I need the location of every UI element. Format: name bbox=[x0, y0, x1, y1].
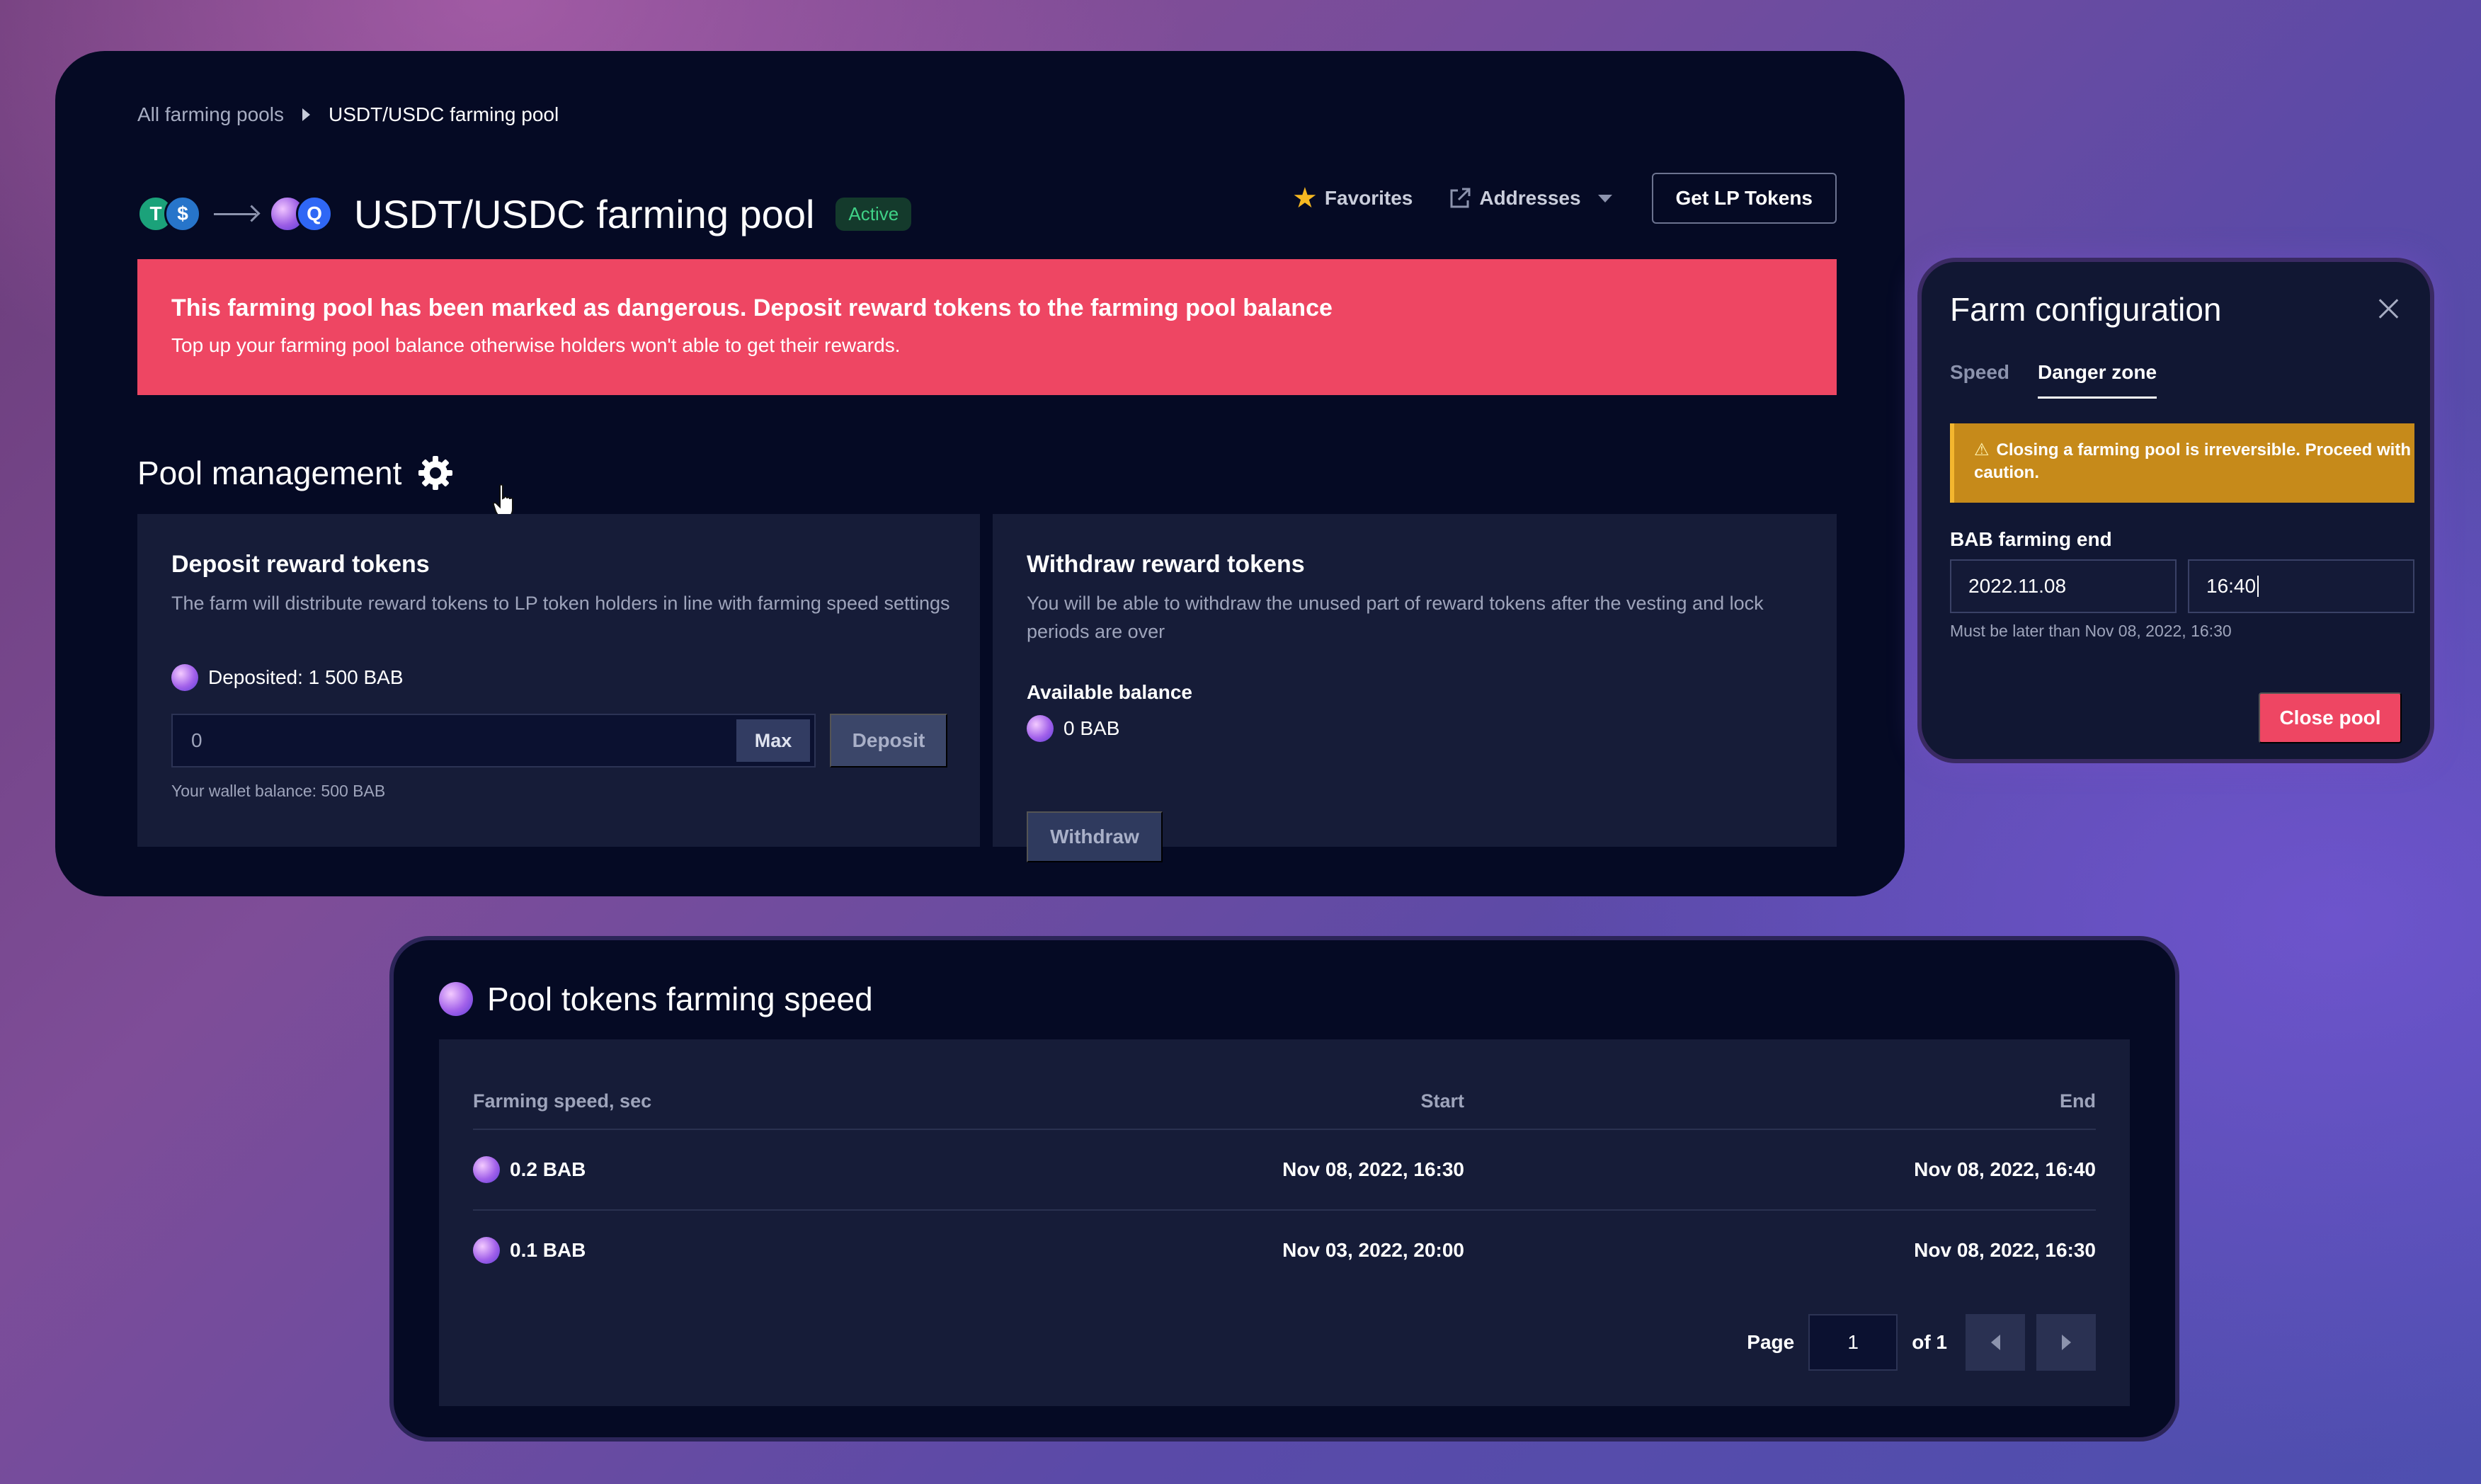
time-value: 16:40 bbox=[2206, 575, 2257, 597]
chevron-right-icon bbox=[2061, 1335, 2071, 1350]
pool-title-row: T $ Q USDT/USDC farming pool Active bbox=[137, 178, 912, 249]
warning-banner: ⚠ Closing a farming pool is irreversible.… bbox=[1950, 423, 2414, 503]
withdraw-button[interactable]: Withdraw bbox=[1027, 811, 1163, 862]
page-title: USDT/USDC farming pool bbox=[354, 191, 815, 236]
deposit-input-value: 0 bbox=[191, 729, 203, 751]
withdraw-description: You will be able to withdraw the unused … bbox=[1027, 593, 1764, 642]
table-row: 0.1 BAB Nov 03, 2022, 20:00 Nov 08, 2022… bbox=[473, 1209, 2096, 1290]
available-balance-line: 0 BAB bbox=[1027, 715, 1119, 742]
favorites-label: Favorites bbox=[1324, 187, 1413, 209]
close-pool-button[interactable]: Close pool bbox=[2259, 692, 2402, 743]
addresses-dropdown[interactable]: Addresses bbox=[1448, 186, 1612, 210]
tab-speed[interactable]: Speed bbox=[1950, 361, 2009, 399]
bab-token-icon bbox=[473, 1237, 500, 1264]
usdc-icon: $ bbox=[164, 195, 201, 232]
farming-end-time-input[interactable]: 16:40 bbox=[2188, 559, 2414, 613]
pool-management-label: Pool management bbox=[137, 455, 402, 491]
status-badge: Active bbox=[835, 197, 912, 231]
breadcrumb: All farming pools USDT/USDC farming pool bbox=[137, 103, 559, 126]
next-page-button[interactable] bbox=[2036, 1314, 2096, 1371]
deposit-description: The farm will distribute reward tokens t… bbox=[171, 593, 950, 614]
text-caret bbox=[2257, 576, 2259, 597]
dialog-title: Farm configuration bbox=[1950, 291, 2222, 328]
column-header-speed: Farming speed, sec bbox=[473, 1090, 652, 1112]
pool-details-panel: All farming pools USDT/USDC farming pool… bbox=[55, 51, 1905, 896]
deposited-amount: Deposited: 1 500 BAB bbox=[208, 666, 404, 688]
config-tabs: Speed Danger zone bbox=[1950, 361, 2157, 399]
gear-icon[interactable] bbox=[416, 453, 455, 493]
pool-management-title: Pool management bbox=[137, 453, 455, 493]
table-header: Farming speed, sec Start End bbox=[473, 1083, 2096, 1119]
farm-token-icon: Q bbox=[296, 195, 333, 232]
breadcrumb-current: USDT/USDC farming pool bbox=[328, 103, 559, 125]
page-total-label: of 1 bbox=[1912, 1331, 1947, 1353]
table-row: 0.2 BAB Nov 08, 2022, 16:30 Nov 08, 2022… bbox=[473, 1129, 2096, 1209]
available-balance-value: 0 BAB bbox=[1063, 717, 1120, 739]
withdraw-title: Withdraw reward tokens bbox=[1027, 551, 1305, 578]
wallet-balance: Your wallet balance: 500 BAB bbox=[171, 782, 386, 800]
deposit-card: Deposit reward tokens The farm will dist… bbox=[137, 514, 980, 847]
available-balance-label: Available balance bbox=[1027, 681, 1192, 703]
arrow-right-icon bbox=[214, 212, 256, 215]
get-lp-tokens-button[interactable]: Get LP Tokens bbox=[1651, 173, 1837, 224]
deposit-amount-input[interactable]: 0 Max bbox=[171, 714, 816, 767]
farming-speed-title: Pool tokens farming speed bbox=[487, 981, 873, 1017]
warning-icon: ⚠ bbox=[1974, 440, 1990, 460]
tab-danger-zone[interactable]: Danger zone bbox=[2038, 361, 2157, 399]
addresses-label: Addresses bbox=[1479, 187, 1581, 209]
breadcrumb-all-pools-link[interactable]: All farming pools bbox=[137, 103, 284, 126]
start-cell: Nov 08, 2022, 16:30 bbox=[1282, 1158, 1464, 1180]
max-button[interactable]: Max bbox=[736, 719, 810, 762]
start-cell: Nov 03, 2022, 20:00 bbox=[1282, 1239, 1464, 1261]
speed-value: 0.1 BAB bbox=[510, 1239, 586, 1261]
end-cell: Nov 08, 2022, 16:30 bbox=[1914, 1239, 2096, 1261]
column-header-start: Start bbox=[1420, 1090, 1464, 1112]
farming-speed-table: Farming speed, sec Start End 0.2 BAB Nov… bbox=[439, 1039, 2130, 1406]
pagination: Page 1 of 1 bbox=[1747, 1314, 2096, 1371]
page-number-input[interactable]: 1 bbox=[1808, 1314, 1898, 1371]
farm-configuration-dialog: Farm configuration Speed Danger zone ⚠ Cl… bbox=[1917, 258, 2434, 763]
page-label: Page bbox=[1747, 1331, 1795, 1353]
deposit-button[interactable]: Deposit bbox=[830, 714, 947, 767]
previous-page-button[interactable] bbox=[1966, 1314, 2025, 1371]
withdraw-card: Withdraw reward tokens You will be able … bbox=[993, 514, 1837, 862]
alert-title: This farming pool has been marked as dan… bbox=[171, 295, 1333, 321]
deposited-line: Deposited: 1 500 BAB bbox=[171, 664, 404, 691]
favorites-button[interactable]: ★ Favorites bbox=[1292, 184, 1413, 212]
close-icon[interactable] bbox=[2376, 296, 2402, 321]
danger-alert: This farming pool has been marked as dan… bbox=[137, 259, 1837, 395]
farming-end-date-input[interactable]: 2022.11.08 bbox=[1950, 559, 2177, 613]
warning-text: Closing a farming pool is irreversible. … bbox=[1974, 440, 2411, 482]
star-icon: ★ bbox=[1291, 183, 1318, 214]
chevron-down-icon bbox=[1597, 194, 1612, 202]
farming-speed-panel: Pool tokens farming speed Farming speed,… bbox=[389, 936, 2179, 1442]
bab-token-icon bbox=[171, 664, 198, 691]
bab-token-icon bbox=[1027, 715, 1054, 742]
deposit-title: Deposit reward tokens bbox=[171, 551, 430, 578]
bab-token-icon bbox=[473, 1156, 500, 1183]
header-actions: ★ Favorites Addresses Get LP Tokens bbox=[1292, 173, 1837, 224]
chevron-right-icon bbox=[302, 108, 310, 121]
external-link-icon bbox=[1448, 186, 1472, 210]
bab-token-icon bbox=[439, 982, 473, 1016]
alert-subtitle: Top up your farming pool balance otherwi… bbox=[171, 334, 901, 356]
speed-value: 0.2 BAB bbox=[510, 1158, 586, 1180]
date-value: 2022.11.08 bbox=[1968, 575, 2067, 597]
farming-speed-heading: Pool tokens farming speed bbox=[439, 980, 873, 1018]
end-cell: Nov 08, 2022, 16:40 bbox=[1914, 1158, 2096, 1180]
chevron-left-icon bbox=[1990, 1335, 2000, 1350]
farming-end-label: BAB farming end bbox=[1950, 528, 2112, 550]
column-header-end: End bbox=[2060, 1090, 2096, 1112]
farming-end-hint: Must be later than Nov 08, 2022, 16:30 bbox=[1950, 622, 2232, 640]
